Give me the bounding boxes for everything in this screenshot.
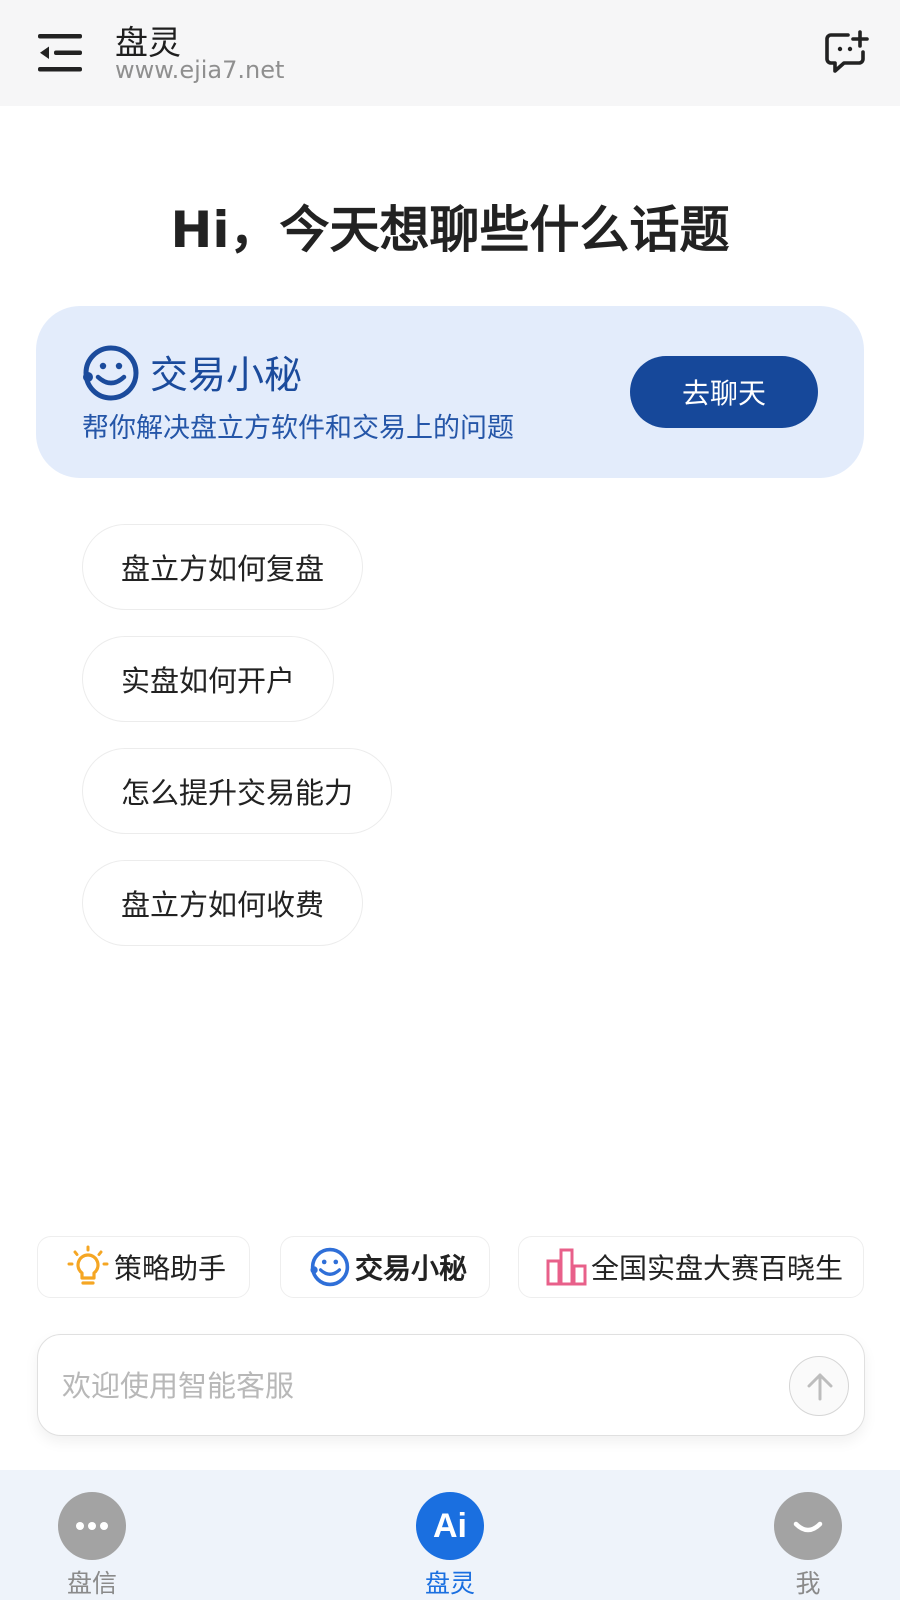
nav-label: 盘灵: [424, 1569, 475, 1598]
app-header: 盘灵 www.ejia7.net: [0, 0, 900, 106]
bar-chart-icon: [546, 1248, 587, 1286]
promo-title: 交易小秘: [150, 353, 303, 397]
tool-label: 全国实盘大赛百晓生: [591, 1252, 844, 1285]
promo-description: 帮你解决盘立方软件和交易上的问题: [82, 413, 514, 444]
bottom-navigation: 盘信 Ai 盘灵 我: [0, 1470, 900, 1600]
profile-smile-icon: [774, 1492, 842, 1560]
ai-icon: Ai: [416, 1492, 484, 1560]
tool-trading-secretary[interactable]: 交易小秘: [280, 1236, 490, 1298]
app-screen: 盘灵 www.ejia7.net Hi，今天想聊些什么话题 交易小秘 帮你解决盘…: [0, 0, 900, 1600]
tool-label: 交易小秘: [355, 1252, 468, 1285]
new-chat-icon: [825, 30, 869, 73]
new-chat-button[interactable]: [822, 28, 870, 76]
suggestion-chip[interactable]: 怎么提升交易能力: [82, 748, 393, 834]
message-input[interactable]: [62, 1363, 762, 1409]
suggestion-chip[interactable]: 实盘如何开户: [82, 636, 335, 722]
lightbulb-icon: [67, 1245, 109, 1285]
ai-icon-text: Ai: [433, 1506, 467, 1545]
app-subtitle: www.ejia7.net: [115, 56, 285, 84]
suggestion-chip[interactable]: 盘立方如何复盘: [82, 524, 364, 610]
suggestion-chip[interactable]: 盘立方如何收费: [82, 860, 364, 946]
send-button[interactable]: [789, 1356, 849, 1416]
nav-item-panling[interactable]: Ai 盘灵: [385, 1470, 515, 1600]
nav-item-panxin[interactable]: 盘信: [27, 1470, 157, 1600]
tool-strategy-assistant[interactable]: 策略助手: [37, 1236, 250, 1298]
menu-toggle-button[interactable]: [36, 30, 88, 76]
go-chat-button[interactable]: 去聊天: [630, 356, 818, 428]
assistant-promo-card: 交易小秘 帮你解决盘立方软件和交易上的问题 去聊天: [36, 306, 864, 478]
smiley-bot-icon: [310, 1247, 350, 1287]
greeting-heading: Hi，今天想聊些什么话题: [170, 201, 730, 259]
chat-dots-icon: [58, 1492, 126, 1560]
arrow-up-icon: [807, 1373, 833, 1401]
nav-label: 盘信: [66, 1569, 117, 1598]
smiley-bot-icon: [83, 345, 139, 401]
message-input-box: [37, 1334, 865, 1436]
tool-contest-expert[interactable]: 全国实盘大赛百晓生: [518, 1236, 864, 1298]
collapse-menu-icon: [38, 34, 82, 72]
tool-label: 策略助手: [114, 1252, 227, 1285]
nav-label: 我: [795, 1569, 821, 1598]
nav-item-me[interactable]: 我: [743, 1470, 873, 1600]
